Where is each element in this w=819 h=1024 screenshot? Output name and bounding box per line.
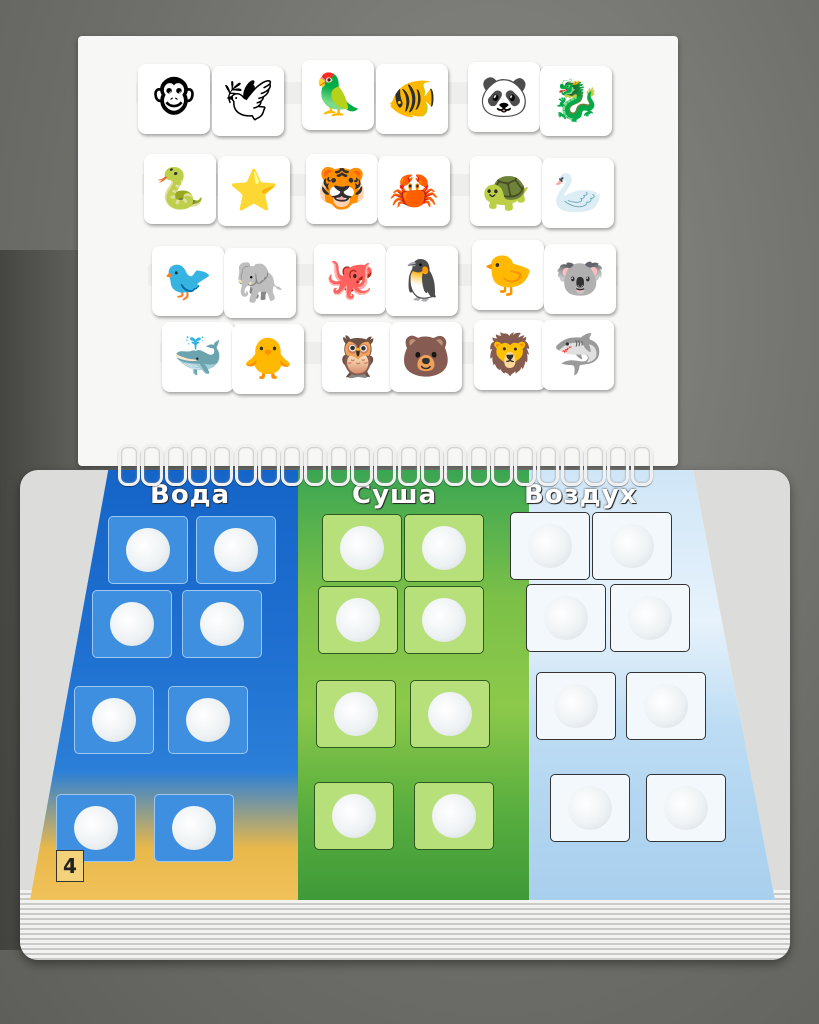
- animal-card-seagull[interactable]: 🕊: [212, 66, 284, 136]
- velcro-dot: [664, 786, 708, 830]
- land-drop-slot[interactable]: [318, 586, 398, 654]
- velcro-dot: [422, 526, 466, 570]
- spiral-binding-ring: [537, 444, 560, 486]
- spiral-binding-ring: [584, 444, 606, 486]
- velcro-dot: [334, 692, 378, 736]
- land-drop-slot[interactable]: [316, 680, 396, 748]
- spiral-binding-ring: [607, 444, 630, 486]
- animal-card-red-bird[interactable]: 🐤: [472, 240, 544, 310]
- animal-card-bear[interactable]: 🐻: [390, 322, 462, 392]
- air-drop-slot[interactable]: [526, 584, 606, 652]
- spiral-binding-ring: [118, 444, 140, 486]
- animal-card-elephant[interactable]: 🐘: [224, 248, 296, 318]
- animal-card-pelican[interactable]: 🦢: [542, 158, 614, 228]
- velcro-dot: [628, 596, 672, 640]
- spiral-binding-ring: [514, 444, 537, 486]
- air-drop-slot[interactable]: [646, 774, 726, 842]
- animal-card-parrot[interactable]: 🦜: [302, 60, 374, 130]
- animal-card-shark[interactable]: 🦈: [542, 320, 614, 390]
- land-drop-slot[interactable]: [322, 514, 402, 582]
- velcro-dot: [200, 602, 244, 646]
- animal-card-starfish[interactable]: ⭐: [218, 156, 290, 226]
- spiral-binding-ring: [351, 444, 373, 486]
- animal-card-owl[interactable]: 🦉: [322, 322, 394, 392]
- spiral-binding-ring: [397, 444, 420, 486]
- animal-card-toucan[interactable]: 🐦: [152, 246, 224, 316]
- velcro-dot: [214, 528, 258, 572]
- velcro-dot: [340, 526, 384, 570]
- animal-card-panda[interactable]: 🐼: [468, 62, 540, 132]
- velcro-dot: [336, 598, 380, 642]
- water-drop-slot[interactable]: [168, 686, 248, 754]
- spiral-binding-ring: [187, 444, 210, 486]
- spiral-binding-ring: [560, 444, 583, 486]
- animal-card-turtle[interactable]: 🐢: [470, 156, 542, 226]
- animal-card-seahorse[interactable]: 🐉: [540, 66, 612, 136]
- animal-card-lion[interactable]: 🦁: [474, 320, 546, 390]
- velcro-dot: [644, 684, 688, 728]
- water-drop-slot[interactable]: [108, 516, 188, 584]
- animal-card-snake[interactable]: 🐍: [144, 154, 216, 224]
- spiral-binding-ring: [211, 444, 234, 486]
- spiral-binding-ring: [420, 444, 443, 486]
- land-drop-slot[interactable]: [414, 782, 494, 850]
- spiral-binding-ring: [234, 444, 257, 486]
- animal-card-koala[interactable]: 🐨: [544, 244, 616, 314]
- spiral-binding-ring: [490, 444, 513, 486]
- water-drop-slot[interactable]: [74, 686, 154, 754]
- water-drop-slot[interactable]: [154, 794, 234, 862]
- velcro-dot: [554, 684, 598, 728]
- land-drop-slot[interactable]: [404, 586, 484, 654]
- spiral-binding-ring: [327, 444, 350, 486]
- velcro-dot: [332, 794, 376, 838]
- page-number: 4: [56, 850, 84, 882]
- water-drop-slot[interactable]: [182, 590, 262, 658]
- spiral-binding-ring: [444, 444, 467, 486]
- spiral-binding-ring: [304, 444, 327, 486]
- animal-card-quail[interactable]: 🐥: [232, 324, 304, 394]
- velcro-dot: [568, 786, 612, 830]
- velcro-dot: [610, 524, 654, 568]
- animal-card-tiger[interactable]: 🐯: [306, 154, 378, 224]
- velcro-dot: [74, 806, 118, 850]
- velcro-dot: [126, 528, 170, 572]
- spiral-binding-ring: [467, 444, 490, 486]
- air-drop-slot[interactable]: [626, 672, 706, 740]
- velcro-dot: [422, 598, 466, 642]
- air-drop-slot[interactable]: [592, 512, 672, 580]
- spiral-binding-ring: [257, 444, 280, 486]
- water-drop-slot[interactable]: [92, 590, 172, 658]
- land-drop-slot[interactable]: [410, 680, 490, 748]
- water-drop-slot[interactable]: [196, 516, 276, 584]
- air-drop-slot[interactable]: [510, 512, 590, 580]
- spiral-binding-ring: [164, 444, 187, 486]
- velcro-dot: [428, 692, 472, 736]
- air-drop-slot[interactable]: [610, 584, 690, 652]
- spiral-binding-ring: [281, 444, 304, 486]
- animal-card-flying-toucan[interactable]: 🐧: [386, 246, 458, 316]
- air-drop-slot[interactable]: [536, 672, 616, 740]
- animal-card-tropical-fish[interactable]: 🐠: [376, 64, 448, 134]
- velcro-dot: [110, 602, 154, 646]
- air-drop-slot[interactable]: [550, 774, 630, 842]
- land-drop-slot[interactable]: [314, 782, 394, 850]
- land-drop-slot[interactable]: [404, 514, 484, 582]
- animal-card-whale[interactable]: 🐳: [162, 322, 234, 392]
- spiral-binding-ring: [630, 444, 653, 486]
- animal-card-octopus[interactable]: 🐙: [314, 244, 386, 314]
- velcro-dot: [544, 596, 588, 640]
- velcro-dot: [432, 794, 476, 838]
- spiral-binding-ring: [374, 444, 397, 486]
- spiral-binding-ring: [141, 444, 164, 486]
- animal-card-crab[interactable]: 🦀: [378, 156, 450, 226]
- velcro-dot: [186, 698, 230, 742]
- velcro-dot: [92, 698, 136, 742]
- velcro-dot: [172, 806, 216, 850]
- animal-card-monkey[interactable]: 🐵: [138, 64, 210, 134]
- velcro-dot: [528, 524, 572, 568]
